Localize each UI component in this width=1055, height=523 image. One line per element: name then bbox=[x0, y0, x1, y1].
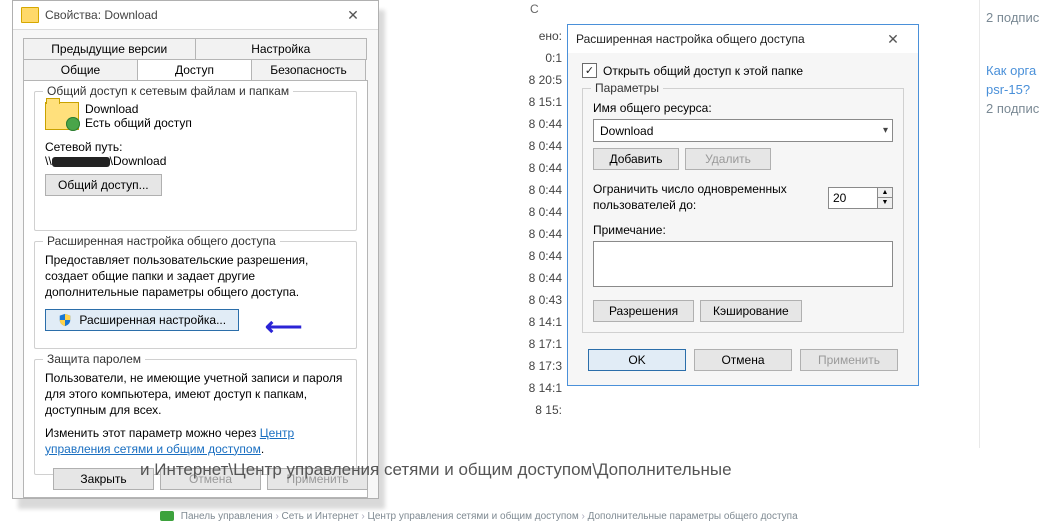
add-share-button[interactable]: Добавить bbox=[593, 148, 679, 170]
folder-name: Download bbox=[85, 102, 192, 116]
parameters-group-title: Параметры bbox=[591, 81, 663, 95]
dialog-title: Расширенная настройка общего доступа bbox=[576, 32, 872, 46]
cutoff-header-text: С bbox=[530, 2, 539, 16]
tab-sharing[interactable]: Доступ bbox=[137, 59, 252, 81]
redacted-host bbox=[52, 157, 110, 167]
folder-icon bbox=[21, 7, 39, 23]
tab-general[interactable]: Общие bbox=[23, 59, 138, 81]
permissions-button[interactable]: Разрешения bbox=[593, 300, 694, 322]
crumb-3[interactable]: Центр управления сетями и общим доступом bbox=[367, 511, 578, 522]
properties-dialog: Свойства: Download ✕ Предыдущие версии Н… bbox=[12, 0, 379, 499]
crumb-2[interactable]: Сеть и Интернет bbox=[282, 511, 359, 522]
close-icon[interactable]: ✕ bbox=[332, 1, 374, 29]
remove-share-button[interactable]: Удалить bbox=[685, 148, 771, 170]
subscribers-count: 2 подпис bbox=[980, 8, 1055, 27]
note-textarea[interactable] bbox=[593, 241, 893, 287]
limit-users-spinner[interactable]: ▲ ▼ bbox=[828, 187, 893, 209]
tab-security[interactable]: Безопасность bbox=[251, 59, 366, 81]
crumb-1[interactable]: Панель управления bbox=[181, 511, 273, 522]
allow-check-3: ✓ bbox=[426, 276, 438, 293]
network-path-label: Сетевой путь: bbox=[45, 140, 346, 154]
subscribers-count-2: 2 подпис bbox=[980, 99, 1055, 118]
advanced-sharing-dialog: Расширенная настройка общего доступа ✕ ✓… bbox=[567, 24, 919, 386]
password-protection-group-title: Защита паролем bbox=[43, 352, 145, 366]
caching-button[interactable]: Кэширование bbox=[700, 300, 802, 322]
timestamp-column: ено:0:1 8 20:58 15:1 8 0:448 0:44 8 0:44… bbox=[520, 25, 562, 421]
close-icon[interactable]: ✕ bbox=[872, 25, 914, 53]
footer-path: и Интернет\Центр управления сетями и общ… bbox=[140, 460, 1045, 480]
question-link-2[interactable]: psr-15? bbox=[980, 80, 1055, 99]
spinner-down-icon[interactable]: ▼ bbox=[878, 198, 892, 208]
limit-users-input[interactable] bbox=[829, 188, 877, 208]
breadcrumbs: Панель управления Сеть и Интернет Центр … bbox=[160, 511, 798, 522]
net-sharing-group-title: Общий доступ к сетевым файлам и папкам bbox=[43, 84, 293, 98]
chevron-down-icon: ▾ bbox=[883, 125, 888, 136]
advanced-sharing-group-title: Расширенная настройка общего доступа bbox=[43, 234, 280, 248]
sharing-status: Есть общий доступ bbox=[85, 116, 192, 130]
titlebar[interactable]: Свойства: Download ✕ bbox=[13, 1, 378, 30]
spinner-up-icon[interactable]: ▲ bbox=[878, 188, 892, 199]
limit-users-label: Ограничить число одновременных пользоват… bbox=[593, 182, 793, 213]
advanced-sharing-button-label: Расширенная настройка... bbox=[79, 313, 226, 327]
breadcrumb-home-icon bbox=[160, 511, 174, 521]
share-folder-label: Открыть общий доступ к этой папке bbox=[603, 64, 803, 78]
question-link-1[interactable]: Как орга bbox=[980, 61, 1055, 80]
share-name-value: Download bbox=[600, 124, 653, 138]
allow-check-2: ✓ bbox=[426, 258, 438, 275]
ok-button[interactable]: OK bbox=[588, 349, 686, 371]
tab-customize[interactable]: Настройка bbox=[195, 38, 368, 60]
network-path: \\\Download bbox=[45, 154, 346, 168]
shared-folder-icon bbox=[45, 102, 79, 130]
share-button[interactable]: Общий доступ... bbox=[45, 174, 162, 196]
titlebar[interactable]: Расширенная настройка общего доступа ✕ bbox=[568, 25, 918, 53]
sidebar-partial: 2 подпис Как орга psr-15? 2 подпис bbox=[979, 0, 1055, 448]
col-deny2: Запретить bbox=[442, 182, 499, 196]
password-protection-hint: Изменить этот параметр можно через Центр… bbox=[45, 425, 346, 457]
apply-button[interactable]: Применить bbox=[800, 349, 898, 371]
note-label: Примечание: bbox=[593, 223, 893, 237]
crumb-4[interactable]: Дополнительные параметры общего доступа bbox=[588, 511, 798, 522]
share-name-label: Имя общего ресурса: bbox=[593, 101, 893, 115]
dialog-title: Свойства: Download bbox=[45, 8, 332, 22]
advanced-sharing-desc: Предоставляет пользовательские разрешени… bbox=[45, 252, 346, 301]
advanced-sharing-button[interactable]: Расширенная настройка... bbox=[45, 309, 239, 331]
share-folder-checkbox[interactable]: ✓ bbox=[582, 63, 597, 78]
col-allow: Разрешить bbox=[372, 182, 433, 196]
shield-icon bbox=[58, 313, 72, 327]
password-protection-desc: Пользователи, не имеющие учетной записи … bbox=[45, 370, 346, 419]
cancel-button[interactable]: Отмена bbox=[694, 349, 792, 371]
close-button[interactable]: Закрыть bbox=[53, 468, 154, 490]
share-name-select[interactable]: Download ▾ bbox=[593, 119, 893, 142]
annotation-arrow: ⟵ bbox=[265, 311, 302, 342]
allow-check-1: ✓ bbox=[426, 240, 438, 257]
tab-previous-versions[interactable]: Предыдущие версии bbox=[23, 38, 196, 60]
